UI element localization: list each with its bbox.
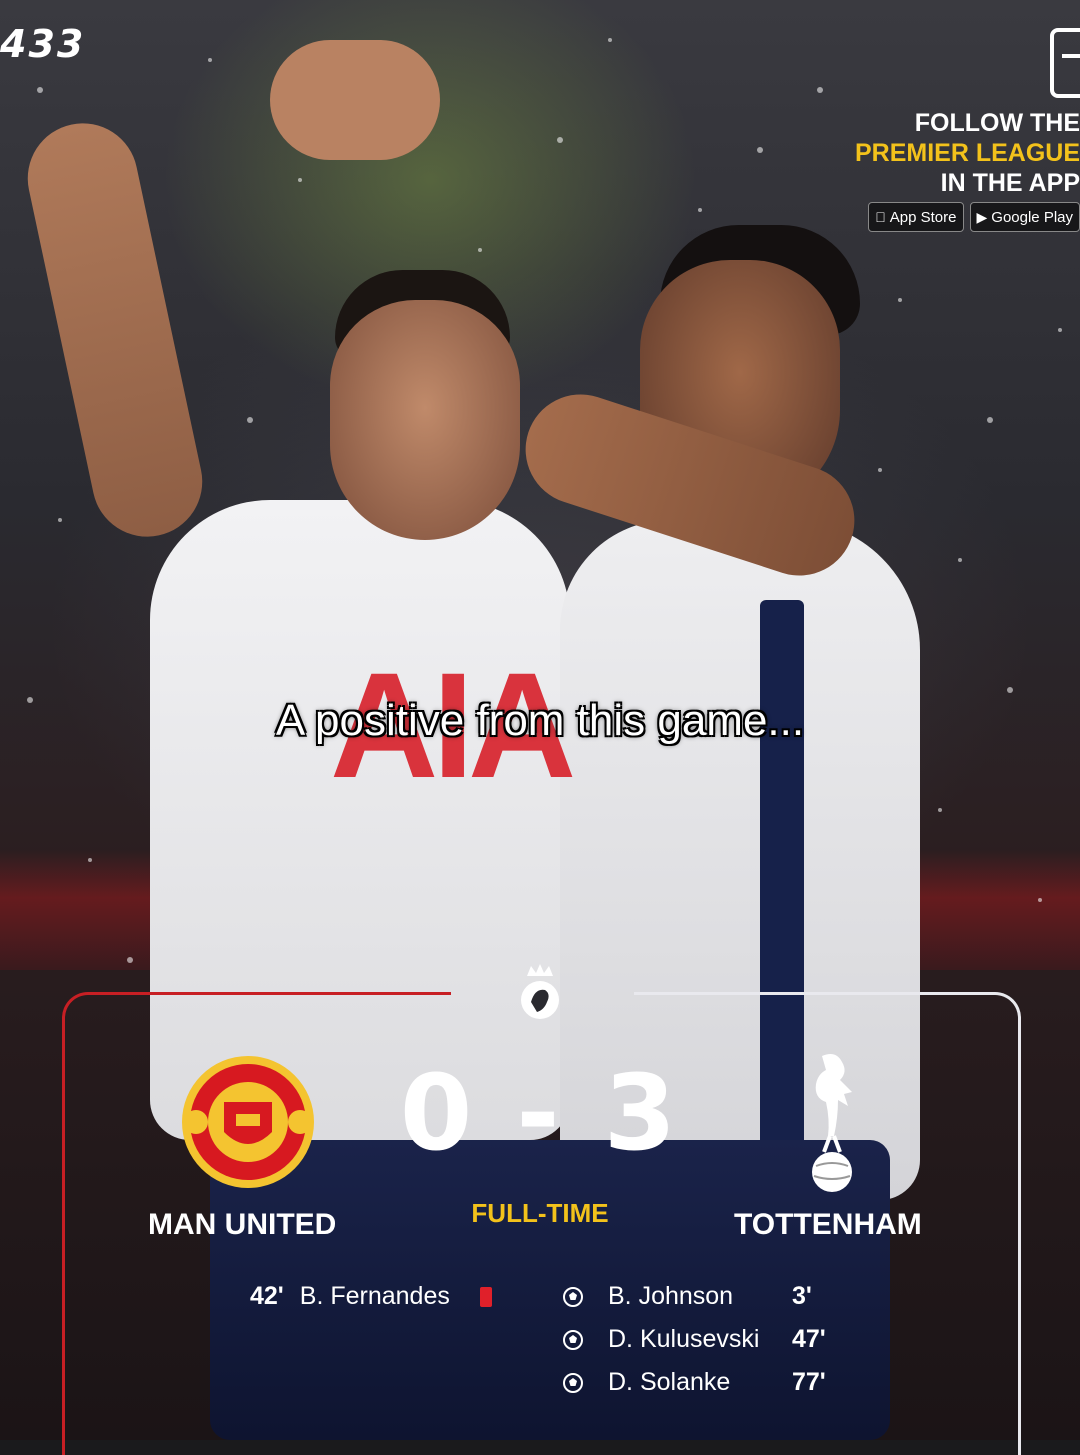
- play-store-icon: ▶: [977, 209, 988, 226]
- away-event-row: B. Johnson 3': [562, 1282, 812, 1311]
- app-store-label: App Store: [890, 209, 957, 226]
- promo-line-2: PREMIER LEAGUE: [855, 138, 1080, 168]
- red-card-icon: [480, 1287, 492, 1307]
- event-player: D. Kulusevski: [608, 1325, 792, 1354]
- event-minute: 3': [792, 1282, 812, 1311]
- man-united-crest: [178, 1052, 318, 1192]
- store-badges:  App Store ▶ Google Play: [868, 202, 1080, 232]
- app-store-badge[interactable]:  App Store: [868, 202, 963, 232]
- google-play-badge[interactable]: ▶ Google Play: [970, 202, 1080, 232]
- player-left-fist: [270, 40, 440, 160]
- event-minute: 77': [792, 1368, 826, 1397]
- brand-logo: 433: [0, 22, 85, 66]
- google-play-label: Google Play: [991, 209, 1073, 226]
- phone-icon: [1050, 28, 1080, 98]
- away-event-row: D. Solanke 77': [562, 1368, 826, 1397]
- promo-line-3: IN THE APP: [855, 168, 1080, 198]
- football-icon: [562, 1329, 584, 1351]
- event-player: D. Solanke: [608, 1368, 792, 1397]
- app-promo: FOLLOW THE PREMIER LEAGUE IN THE APP: [855, 108, 1080, 198]
- event-minute: 47': [792, 1325, 826, 1354]
- event-player: B. Johnson: [608, 1282, 792, 1311]
- event-player: B. Fernandes: [300, 1282, 450, 1311]
- away-event-row: D. Kulusevski 47': [562, 1325, 826, 1354]
- player-left-head: [330, 300, 520, 540]
- home-team-name: MAN UNITED: [148, 1208, 336, 1242]
- match-status: FULL-TIME: [440, 1198, 640, 1229]
- football-icon: [562, 1286, 584, 1308]
- premier-league-logo: [517, 962, 563, 1024]
- home-event-row: 42' B. Fernandes: [250, 1282, 492, 1311]
- football-icon: [562, 1372, 584, 1394]
- match-score: 0 - 3: [360, 1058, 720, 1168]
- apple-icon: : [875, 209, 886, 225]
- promo-line-1: FOLLOW THE: [855, 108, 1080, 138]
- event-minute: 42': [250, 1282, 284, 1311]
- away-team-name: TOTTENHAM: [734, 1208, 922, 1242]
- video-caption: A positive from this game...: [0, 696, 1080, 746]
- tottenham-crest: [800, 1048, 870, 1196]
